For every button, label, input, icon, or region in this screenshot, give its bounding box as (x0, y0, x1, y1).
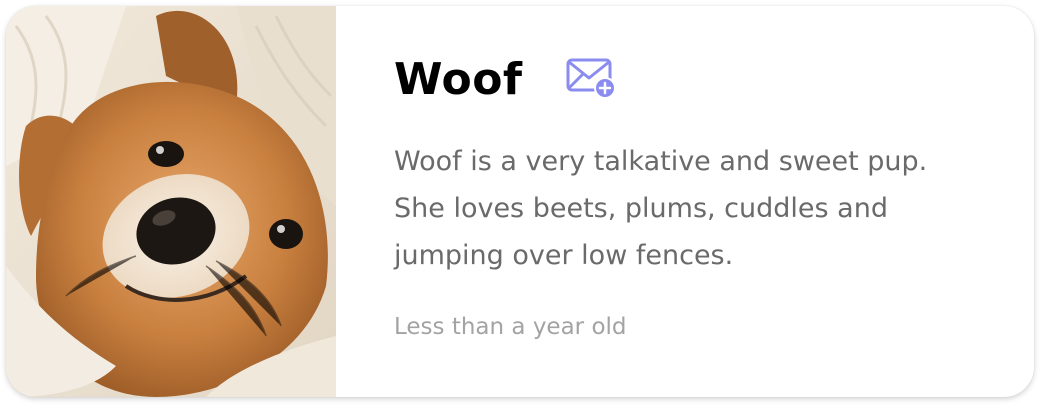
pet-name-title: Woof (394, 54, 523, 105)
pet-description: Woof is a very talkative and sweet pup. … (394, 146, 928, 271)
pet-card: Woof Woof is a very talkative and sweet … (6, 6, 1034, 397)
mail-add-icon (566, 56, 616, 105)
dog-photo (6, 6, 336, 397)
title-row: Woof (394, 54, 994, 106)
card-content: Woof Woof is a very talkative and sweet … (336, 6, 1034, 397)
mail-add-button[interactable] (565, 56, 617, 104)
pet-age: Less than a year old (394, 314, 627, 340)
